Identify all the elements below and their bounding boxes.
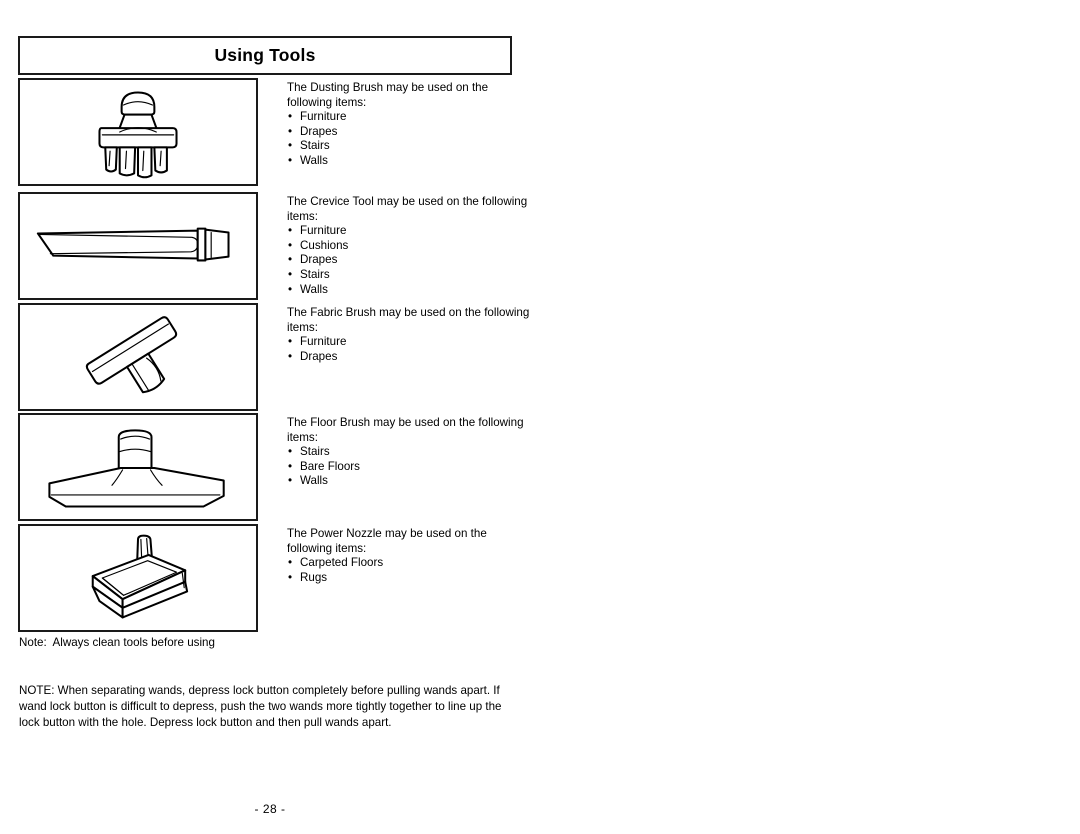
list-item-label: Drapes (300, 349, 338, 363)
list-item-label: Cushions (300, 238, 349, 252)
power-nozzle-image-box (18, 524, 258, 632)
bullet-icon: • (288, 224, 293, 238)
power-nozzle-text: The Power Nozzle may be used on the foll… (287, 527, 532, 585)
bullet-icon: • (288, 335, 293, 349)
bullet-icon: • (288, 459, 293, 473)
list-item-label: Drapes (300, 253, 338, 267)
crevice-tool-lead: The Crevice Tool may be used on the foll… (287, 195, 528, 223)
list-item-label: Furniture (300, 335, 347, 349)
page-number: - 28 - (254, 802, 286, 816)
list-item-label: Stairs (300, 445, 330, 459)
list-item: • Drapes (287, 253, 532, 268)
tool-row-fabric-brush: The Fabric Brush may be used on the foll… (0, 303, 540, 411)
list-item: • Furniture (287, 224, 532, 239)
wand-separation-note: NOTE: When separating wands, depress loc… (19, 684, 502, 730)
list-item: • Carpeted Floors (287, 556, 532, 571)
list-item-label: Carpeted Floors (300, 556, 384, 570)
bullet-icon: • (288, 238, 293, 252)
floor-brush-lead: The Floor Brush may be used on the follo… (287, 416, 524, 444)
fabric-brush-lead: The Fabric Brush may be used on the foll… (287, 306, 530, 334)
list-item-label: Walls (300, 474, 328, 488)
list-item: • Stairs (287, 445, 532, 460)
power-nozzle-illustration (91, 534, 189, 619)
bullet-icon: • (288, 253, 293, 267)
fabric-brush-image-box (18, 303, 258, 411)
dusting-brush-image-box (18, 78, 258, 186)
bullet-icon: • (288, 124, 293, 138)
list-item: • Drapes (287, 350, 532, 365)
list-item: • Cushions (287, 239, 532, 254)
list-item: • Walls (287, 283, 532, 298)
list-item: • Bare Floors (287, 460, 532, 475)
crevice-tool-text: The Crevice Tool may be used on the foll… (287, 195, 532, 297)
tool-row-floor-brush: The Floor Brush may be used on the follo… (0, 413, 540, 521)
bullet-icon: • (288, 570, 293, 584)
list-item: • Furniture (287, 110, 532, 125)
list-item: • Drapes (287, 125, 532, 140)
crevice-tool-image-box (18, 192, 258, 300)
floor-brush-list: • Stairs • Bare Floors • Walls (287, 445, 532, 489)
dusting-brush-lead: The Dusting Brush may be used on the fol… (287, 81, 489, 109)
list-item-label: Stairs (300, 139, 330, 153)
bullet-icon: • (288, 153, 293, 167)
list-item: • Rugs (287, 571, 532, 586)
bullet-icon: • (288, 282, 293, 296)
page-title: Using Tools (214, 45, 316, 65)
dusting-brush-illustration (98, 91, 178, 179)
list-item-label: Drapes (300, 124, 338, 138)
bullet-icon: • (288, 474, 293, 488)
list-item: • Walls (287, 474, 532, 489)
clean-tools-note: Note: Always clean tools before using (19, 636, 215, 649)
document-page: Using Tools The Dusting Brush may be use… (0, 0, 1080, 834)
power-nozzle-list: • Carpeted Floors • Rugs (287, 556, 532, 585)
floor-brush-illustration (48, 429, 225, 508)
crevice-tool-list: • Furniture • Cushions • Drapes • Stairs • Wa… (287, 224, 532, 297)
bullet-icon: • (288, 139, 293, 153)
bullet-icon: • (288, 556, 293, 570)
power-nozzle-lead: The Power Nozzle may be used on the foll… (287, 527, 487, 555)
list-item-label: Walls (300, 153, 328, 167)
list-item-label: Furniture (300, 224, 347, 238)
bullet-icon: • (288, 267, 293, 281)
list-item: • Walls (287, 154, 532, 169)
page-title-box: Using Tools (18, 36, 512, 75)
list-item: • Furniture (287, 335, 532, 350)
floor-brush-image-box (18, 413, 258, 521)
tool-row-crevice-tool: The Crevice Tool may be used on the foll… (0, 192, 540, 300)
tool-row-power-nozzle: The Power Nozzle may be used on the foll… (0, 524, 540, 632)
list-item: • Stairs (287, 268, 532, 283)
list-item-label: Furniture (300, 110, 347, 124)
fabric-brush-text: The Fabric Brush may be used on the foll… (287, 306, 532, 364)
floor-brush-text: The Floor Brush may be used on the follo… (287, 416, 532, 489)
bullet-icon: • (288, 349, 293, 363)
list-item-label: Rugs (300, 570, 328, 584)
bullet-icon: • (288, 110, 293, 124)
dusting-brush-text: The Dusting Brush may be used on the fol… (287, 81, 532, 169)
list-item-label: Stairs (300, 267, 330, 281)
dusting-brush-list: • Furniture • Drapes • Stairs • Walls (287, 110, 532, 168)
tool-row-dusting-brush: The Dusting Brush may be used on the fol… (0, 78, 540, 186)
list-item: • Stairs (287, 139, 532, 154)
list-item-label: Bare Floors (300, 459, 360, 473)
fabric-brush-list: • Furniture • Drapes (287, 335, 532, 364)
list-item-label: Walls (300, 282, 328, 296)
crevice-tool-illustration (36, 227, 230, 262)
bullet-icon: • (288, 445, 293, 459)
fabric-brush-illustration (85, 316, 178, 394)
